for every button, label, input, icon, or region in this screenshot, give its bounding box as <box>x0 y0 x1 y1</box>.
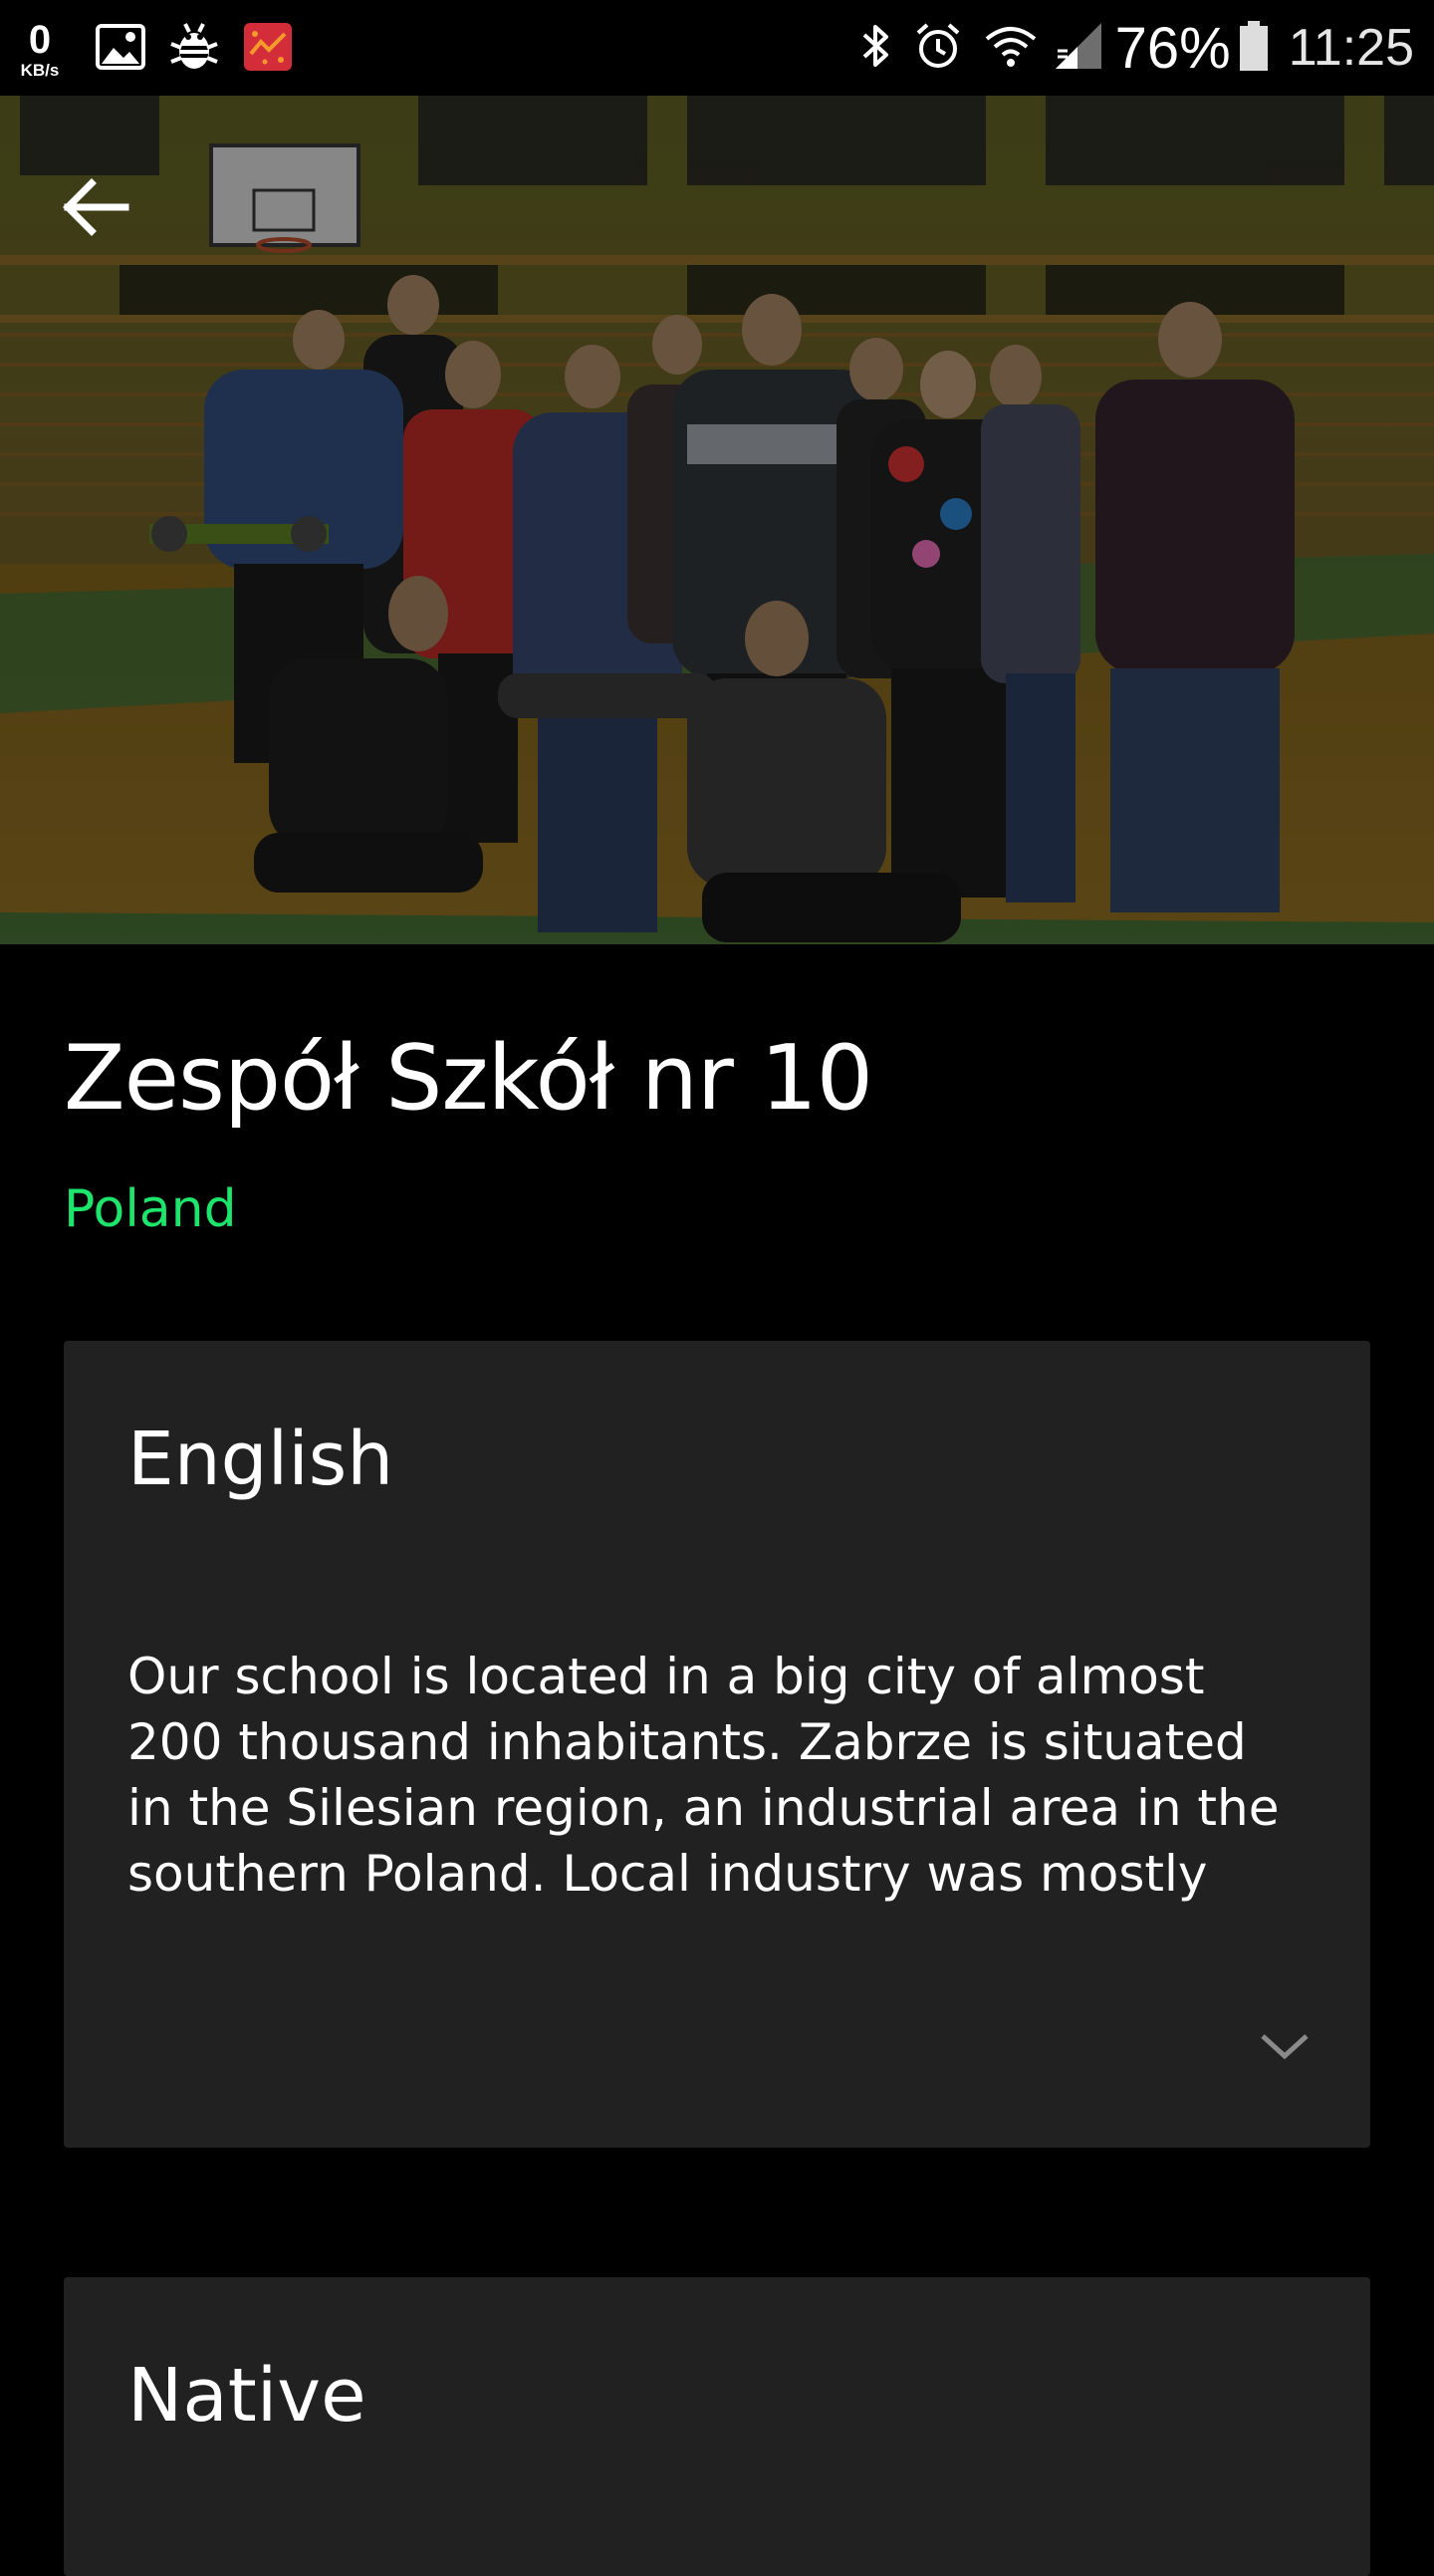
net-speed-unit: KB/s <box>20 60 60 80</box>
status-bar: 0 KB/s 76% 11:25 <box>0 0 1434 96</box>
page-title: Zespół Szkół nr 10 <box>64 1026 873 1131</box>
signal-icon <box>1052 21 1105 75</box>
back-button[interactable] <box>48 159 143 255</box>
native-description-card[interactable]: Native <box>64 2277 1370 2576</box>
status-bar-notifications: 0 KB/s <box>10 14 293 84</box>
bug-icon <box>167 20 221 78</box>
status-bar-system: 76% 11:25 <box>858 0 1414 96</box>
country-label: Poland <box>64 1179 237 1239</box>
net-speed-value: 0 <box>28 17 52 62</box>
bluetooth-icon <box>858 21 892 75</box>
battery-percent: 76% <box>1114 15 1231 81</box>
hero-image <box>0 96 1434 944</box>
alarm-icon <box>914 21 962 75</box>
chevron-down-icon[interactable] <box>1255 2026 1314 2066</box>
english-description-card[interactable]: English Our school is located in a big c… <box>64 1341 1370 2148</box>
net-speed-indicator: 0 KB/s <box>10 20 70 79</box>
wifi-icon <box>984 21 1038 75</box>
card-title-native: Native <box>127 2353 366 2439</box>
card-title-english: English <box>127 1417 394 1502</box>
clock: 11:25 <box>1288 19 1414 77</box>
card-body-english: Our school is located in a big city of a… <box>127 1648 1280 1903</box>
game-icon <box>243 22 293 76</box>
group-photo <box>0 96 1434 944</box>
gallery-icon <box>96 24 145 74</box>
battery-icon <box>1239 20 1269 76</box>
arrow-back-icon <box>63 178 129 236</box>
